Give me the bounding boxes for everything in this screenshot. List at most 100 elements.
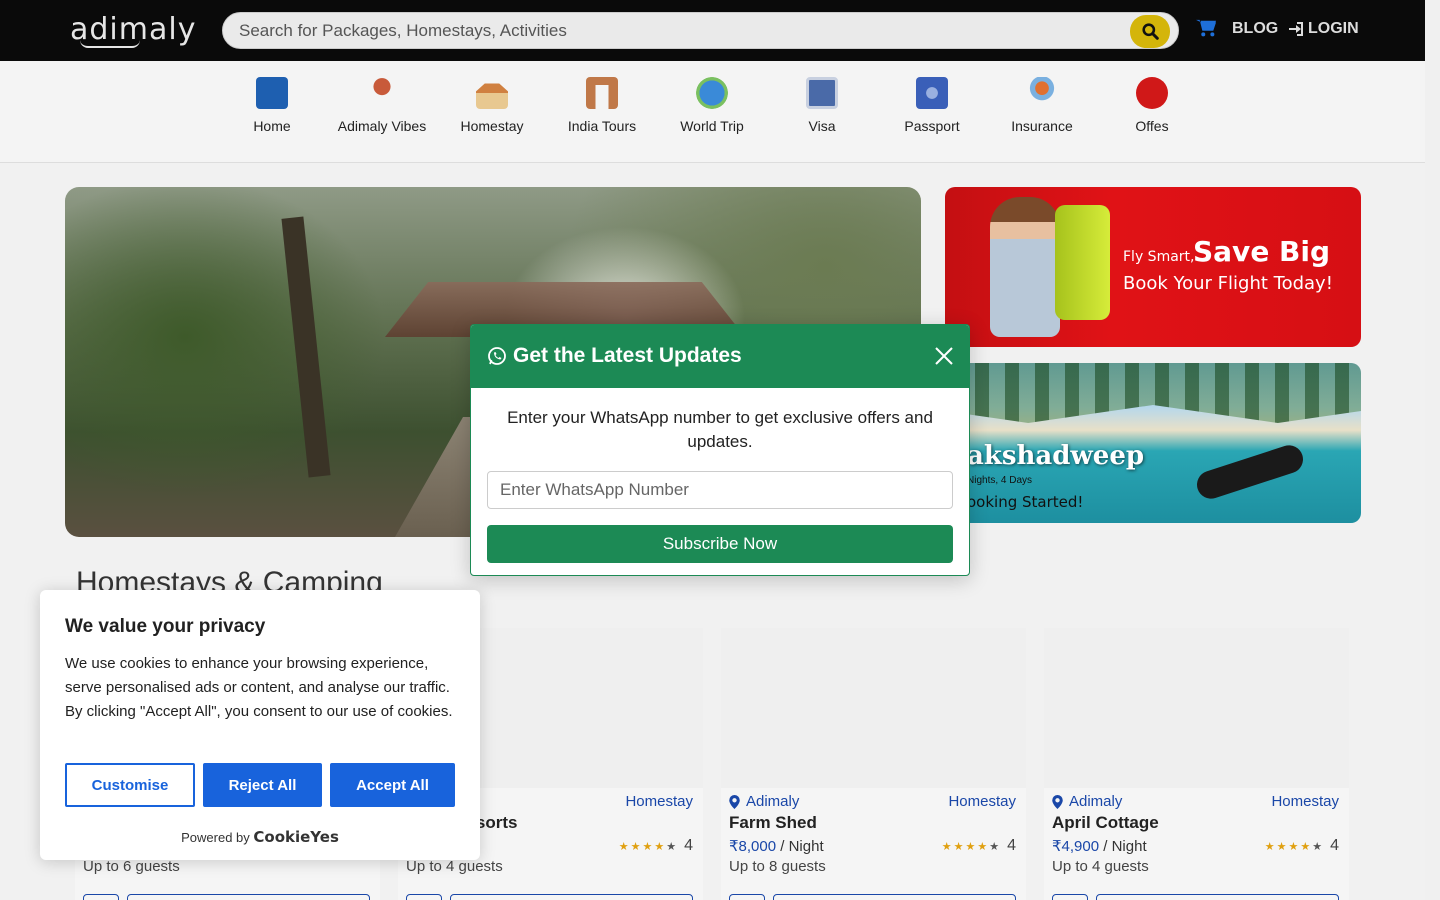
card-book-button[interactable] <box>773 894 1016 900</box>
promo-diver-image <box>1193 441 1307 503</box>
promo-suitcase-image <box>1055 205 1110 320</box>
price-amount: ₹4,900 <box>1052 838 1100 855</box>
insurance-icon <box>1026 77 1058 109</box>
price-unit: / Night <box>1103 838 1147 855</box>
card-price: ₹8,000 / Night <box>729 837 824 855</box>
top-header: adimaly BLOG LOGIN <box>0 0 1425 61</box>
card-guests: Up to 8 guests <box>729 858 826 875</box>
card-icon-button[interactable] <box>83 894 119 900</box>
accept-all-button[interactable]: Accept All <box>330 763 455 807</box>
cookieyes-logo[interactable]: CookieYes <box>253 828 339 846</box>
vibes-icon <box>366 77 398 109</box>
promo-palm-trees <box>945 363 1361 423</box>
category-label: World Trip <box>680 118 744 134</box>
category-nav: Home Adimaly Vibes Homestay India Tours … <box>0 61 1425 163</box>
search-bar <box>222 12 1179 49</box>
rating-value: 4 <box>684 837 693 854</box>
card-type: Homestay <box>625 793 693 810</box>
logo-smile <box>80 40 140 48</box>
category-label: Adimaly Vibes <box>337 118 427 134</box>
customise-button[interactable]: Customise <box>65 763 195 807</box>
whatsapp-icon <box>488 347 506 365</box>
category-passport[interactable]: Passport <box>882 77 982 134</box>
location-text: Adimaly <box>746 793 800 810</box>
lakshadweep-promo-banner[interactable]: akshadweep Nights, 4 Days ooking Started… <box>945 363 1361 523</box>
card-location: Adimaly <box>729 793 799 810</box>
promo-traveler-image <box>990 197 1060 337</box>
category-label: Offes <box>1135 118 1169 134</box>
promo-subline: Book Your Flight Today! <box>1123 273 1333 294</box>
card-location: Adimaly <box>1052 793 1122 810</box>
modal-title-text: Get the Latest Updates <box>513 344 742 367</box>
cookie-consent-banner: We value your privacy We use cookies to … <box>40 590 480 860</box>
price-amount: ₹8,000 <box>729 838 777 855</box>
cookie-text: We use cookies to enhance your browsing … <box>65 655 453 720</box>
promo-headline: Save Big <box>1193 235 1331 268</box>
card-image <box>721 628 1026 788</box>
homestay-card[interactable]: Adimaly Homestay April Cottage ₹4,900 / … <box>1044 628 1349 900</box>
nav-blog-link[interactable]: BLOG <box>1232 20 1278 38</box>
card-guests: Up to 4 guests <box>1052 858 1149 875</box>
card-icon-button[interactable] <box>729 894 765 900</box>
login-icon <box>1289 22 1303 36</box>
cart-button[interactable] <box>1195 18 1217 43</box>
rating-value: 4 <box>1007 837 1016 854</box>
category-home[interactable]: Home <box>222 77 322 134</box>
card-type: Homestay <box>1271 793 1339 810</box>
promo-duration: Nights, 4 Days <box>967 475 1033 486</box>
home-icon <box>256 77 288 109</box>
reject-all-button[interactable]: Reject All <box>203 763 322 807</box>
cart-icon <box>1196 19 1216 37</box>
category-homestay[interactable]: Homestay <box>442 77 542 134</box>
modal-close-button[interactable] <box>933 345 955 367</box>
search-input[interactable] <box>239 20 1119 42</box>
promo-title: akshadweep <box>967 441 1145 471</box>
category-insurance[interactable]: Insurance <box>992 77 1092 134</box>
category-label: Passport <box>904 118 960 134</box>
location-text: Adimaly <box>1069 793 1123 810</box>
subscribe-button[interactable]: Subscribe Now <box>487 525 953 563</box>
category-adimaly-vibes[interactable]: Adimaly Vibes <box>332 77 432 134</box>
whatsapp-number-input[interactable] <box>487 471 953 509</box>
category-visa[interactable]: Visa <box>772 77 872 134</box>
search-button[interactable] <box>1130 15 1170 48</box>
category-world-trip[interactable]: World Trip <box>662 77 762 134</box>
map-pin-icon <box>729 794 740 809</box>
card-guests: Up to 4 guests <box>406 858 503 875</box>
category-india-tours[interactable]: India Tours <box>552 77 652 134</box>
card-book-button[interactable] <box>1096 894 1339 900</box>
india-gate-icon <box>586 77 618 109</box>
whatsapp-subscribe-modal: Get the Latest Updates Enter your WhatsA… <box>470 324 970 576</box>
category-label: Insurance <box>1011 118 1073 134</box>
modal-description: Enter your WhatsApp number to get exclus… <box>507 408 933 451</box>
card-name: Farm Shed <box>729 813 817 832</box>
category-offers[interactable]: Offes <box>1102 77 1202 134</box>
modal-header: Get the Latest Updates <box>471 325 969 388</box>
nav-login-link[interactable]: LOGIN <box>1288 20 1359 38</box>
category-label: India Tours <box>567 118 637 134</box>
rating-value: 4 <box>1330 837 1339 854</box>
card-book-button[interactable] <box>450 894 693 900</box>
homestay-card[interactable]: Adimaly Homestay Farm Shed ₹8,000 / Nigh… <box>721 628 1026 900</box>
promo-prefix: Fly Smart, <box>1123 249 1195 265</box>
card-icon-button[interactable] <box>1052 894 1088 900</box>
passport-icon <box>916 77 948 109</box>
card-book-button[interactable] <box>127 894 370 900</box>
modal-title: Get the Latest Updates <box>487 344 742 368</box>
card-rating: ★★★★★ 4 <box>1264 837 1339 854</box>
card-image <box>1044 628 1349 788</box>
card-icon-button[interactable] <box>406 894 442 900</box>
card-rating: ★★★★★ 4 <box>941 837 1016 854</box>
login-label: LOGIN <box>1308 20 1359 37</box>
page-scrollbar[interactable] <box>1425 0 1440 900</box>
map-pin-icon <box>1052 794 1063 809</box>
search-icon <box>1141 23 1159 40</box>
powered-by-label: Powered by <box>181 830 250 845</box>
visa-icon <box>806 77 838 109</box>
homestay-icon <box>476 77 508 109</box>
close-icon <box>935 347 953 365</box>
globe-plane-icon <box>696 77 728 109</box>
card-guests: Up to 6 guests <box>83 858 180 875</box>
price-unit: / Night <box>780 838 824 855</box>
flight-promo-banner[interactable]: Fly Smart, Save Big Book Your Flight Tod… <box>945 187 1361 347</box>
